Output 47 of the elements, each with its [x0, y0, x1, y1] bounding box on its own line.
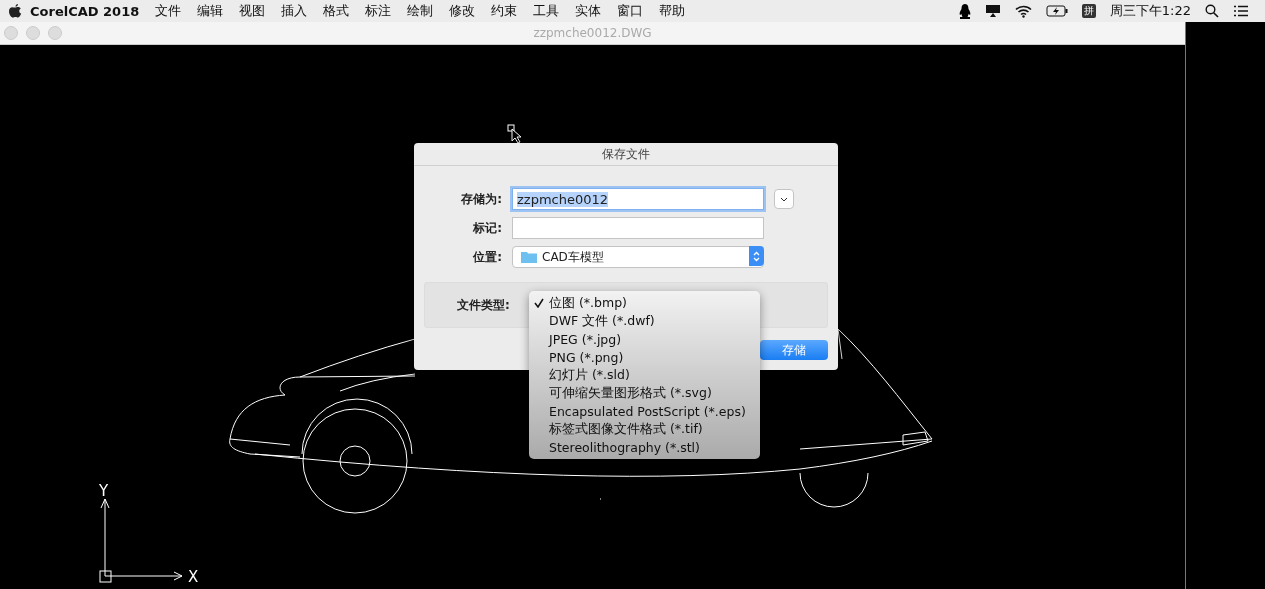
- menu-item[interactable]: 约束: [483, 2, 526, 20]
- search-icon[interactable]: [1205, 4, 1219, 18]
- menu-item[interactable]: 编辑: [189, 2, 232, 20]
- menu-option[interactable]: DWF 文件 (*.dwf): [529, 312, 760, 330]
- menu-option[interactable]: 幻灯片 (*.sld): [529, 366, 760, 384]
- battery-icon[interactable]: [1045, 5, 1068, 17]
- field-label: 标记:: [472, 219, 502, 237]
- input-method-indicator[interactable]: 拼: [1081, 4, 1096, 18]
- dialog-title: 保存文件: [414, 143, 838, 166]
- field-label: 存储为:: [460, 190, 502, 208]
- filename-field[interactable]: zzpmche0012: [512, 188, 764, 210]
- clock[interactable]: 周三下午1:22: [1109, 2, 1191, 20]
- display-icon[interactable]: [984, 4, 1001, 18]
- menu-item[interactable]: 实体: [567, 2, 610, 20]
- menu-item[interactable]: 修改: [441, 2, 484, 20]
- window-title: zzpmche0012.DWG: [533, 26, 652, 40]
- penguin-icon[interactable]: [958, 3, 971, 19]
- menu-item[interactable]: 文件: [147, 2, 190, 20]
- field-label: 位置:: [472, 248, 502, 266]
- menu-option[interactable]: JPEG (*.jpg): [529, 330, 760, 348]
- menu-item[interactable]: 帮助: [651, 2, 694, 20]
- up-down-arrows-icon: [753, 250, 760, 262]
- tags-field[interactable]: [512, 217, 764, 239]
- menu-item[interactable]: 格式: [315, 2, 358, 20]
- menu-item[interactable]: 工具: [525, 2, 568, 20]
- menu-option[interactable]: PNG (*.png): [529, 348, 760, 366]
- check-icon: [534, 298, 544, 308]
- menu-option[interactable]: 可伸缩矢量图形格式 (*.svg): [529, 384, 760, 402]
- menu-item[interactable]: 插入: [273, 2, 316, 20]
- menu-option[interactable]: Stereolithography (*.stl): [529, 438, 760, 456]
- menu-option[interactable]: 标签式图像文件格式 (*.tif): [529, 420, 760, 438]
- apple-icon[interactable]: [8, 3, 22, 19]
- menu-option[interactable]: Encapsulated PostScript (*.eps): [529, 402, 760, 420]
- wifi-icon[interactable]: [1014, 4, 1032, 18]
- menu-item[interactable]: 视图: [231, 2, 274, 20]
- app-menu[interactable]: CorelCAD 2018: [22, 3, 148, 19]
- folder-icon: [521, 251, 537, 263]
- menu-option[interactable]: 位图 (*.bmp): [529, 294, 760, 312]
- cursor-icon: [507, 124, 522, 144]
- chevron-down-icon: [780, 196, 788, 202]
- field-label: 文件类型:: [457, 296, 510, 314]
- location-select[interactable]: CAD车模型: [512, 246, 764, 268]
- menu-item[interactable]: 窗口: [609, 2, 652, 20]
- menu-item[interactable]: 绘制: [399, 2, 442, 20]
- list-icon[interactable]: [1233, 5, 1249, 17]
- ucs-axes-drawing: X Y: [99, 482, 199, 586]
- menu-item[interactable]: 标注: [357, 2, 400, 20]
